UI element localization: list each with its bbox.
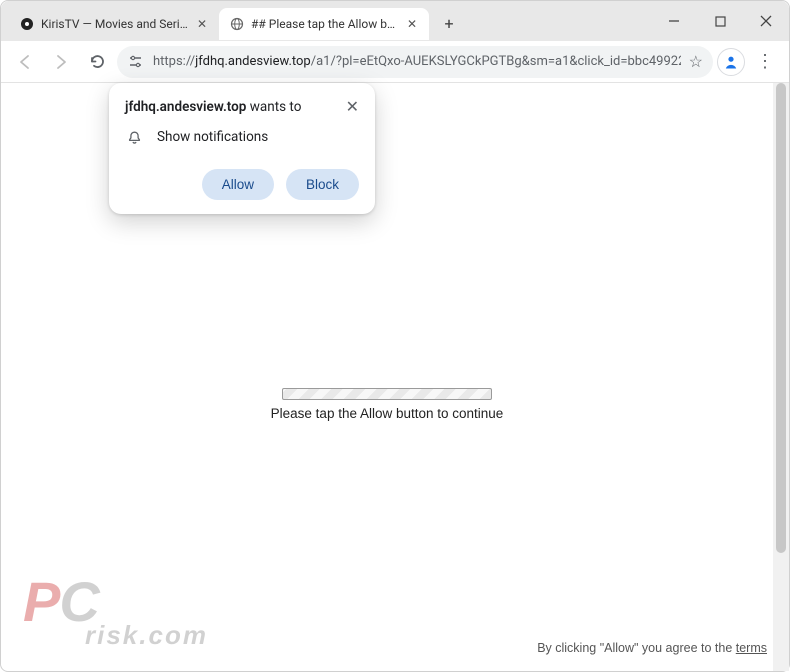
profile-button[interactable]: [717, 48, 745, 76]
terms-footer: By clicking "Allow" you agree to the ter…: [537, 641, 767, 655]
permission-prompt: jfdhq.andesview.top wants to ✕ Show noti…: [109, 83, 375, 214]
close-icon[interactable]: ✕: [195, 17, 209, 31]
kebab-menu-button[interactable]: ⋮: [749, 46, 781, 78]
terms-prefix: By clicking "Allow" you agree to the: [537, 641, 736, 655]
new-tab-button[interactable]: +: [435, 9, 463, 37]
back-button[interactable]: [9, 46, 41, 78]
site-controls-icon[interactable]: [125, 52, 145, 72]
maximize-button[interactable]: [697, 1, 743, 41]
forward-button[interactable]: [45, 46, 77, 78]
close-icon[interactable]: ✕: [405, 17, 419, 31]
tab-active[interactable]: ## Please tap the Allow button ✕: [219, 8, 429, 40]
watermark: PC risk.com: [23, 578, 208, 647]
disc-icon: [19, 16, 35, 32]
url-text: https://jfdhq.andesview.top/a1/?pl=eEtQx…: [153, 54, 681, 69]
permission-label: Show notifications: [157, 129, 268, 145]
permission-title-row: jfdhq.andesview.top wants to ✕: [125, 99, 359, 115]
watermark-p: P: [23, 578, 59, 625]
tab-background[interactable]: KirisTV — Movies and Series D… ✕: [9, 8, 219, 40]
terms-link[interactable]: terms: [736, 641, 767, 655]
globe-icon: [229, 16, 245, 32]
minimize-button[interactable]: [651, 1, 697, 41]
tab-title: ## Please tap the Allow button: [251, 17, 399, 31]
reload-button[interactable]: [81, 46, 113, 78]
address-bar[interactable]: https://jfdhq.andesview.top/a1/?pl=eEtQx…: [117, 46, 713, 78]
watermark-sub: risk.com: [85, 625, 208, 647]
loader: Please tap the Allow button to continue: [1, 388, 773, 421]
scrollbar-thumb[interactable]: [776, 83, 786, 553]
close-icon[interactable]: ✕: [346, 99, 359, 115]
scrollbar[interactable]: [773, 83, 789, 671]
permission-actions: Allow Block: [125, 169, 359, 200]
close-window-button[interactable]: [743, 1, 789, 41]
permission-origin: jfdhq.andesview.top wants to: [125, 99, 301, 115]
url-host: jfdhq.andesview.top: [195, 54, 311, 69]
watermark-c: C: [59, 570, 98, 633]
allow-button[interactable]: Allow: [202, 169, 274, 200]
url-scheme: https://: [153, 54, 195, 69]
permission-origin-host: jfdhq.andesview.top: [125, 99, 246, 115]
permission-wants-to: wants to: [246, 99, 301, 115]
toolbar: https://jfdhq.andesview.top/a1/?pl=eEtQx…: [1, 41, 789, 83]
window-controls: [651, 1, 789, 41]
bell-icon: [127, 130, 143, 145]
block-button[interactable]: Block: [286, 169, 359, 200]
loader-text: Please tap the Allow button to continue: [271, 406, 504, 421]
bookmark-icon[interactable]: ☆: [689, 52, 703, 71]
progress-bar: [282, 388, 492, 400]
titlebar: KirisTV — Movies and Series D… ✕ ## Plea…: [1, 1, 789, 41]
url-path: /a1/?pl=eEtQxo-AUEKSLYGCkPGTBg&sm=a1&cli…: [311, 54, 681, 69]
permission-row: Show notifications: [125, 127, 359, 151]
tab-title: KirisTV — Movies and Series D…: [41, 17, 189, 31]
